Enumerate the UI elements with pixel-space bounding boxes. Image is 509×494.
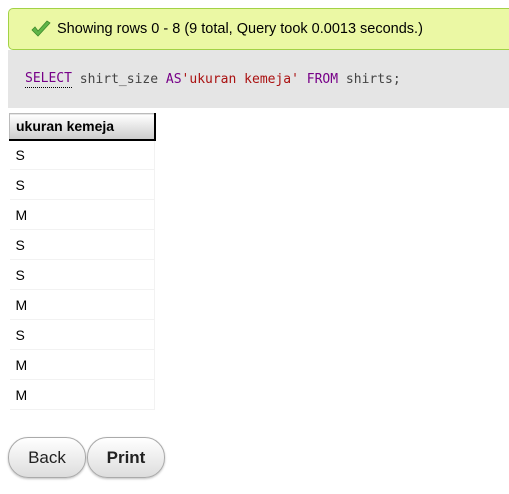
table-row: M bbox=[9, 199, 155, 230]
result-table: ukuran kemeja S S M S S M S M M bbox=[9, 113, 156, 410]
print-button[interactable]: Print bbox=[87, 437, 165, 478]
success-message: Showing rows 0 - 8 (9 total, Query took … bbox=[8, 8, 509, 50]
table-cell: S bbox=[9, 319, 155, 350]
table-row: S bbox=[9, 139, 155, 170]
sql-select-keyword[interactable]: SELECT bbox=[25, 71, 72, 88]
table-cell: S bbox=[9, 169, 155, 200]
check-icon bbox=[30, 20, 52, 38]
table-cell: M bbox=[9, 289, 155, 320]
table-row: M bbox=[9, 349, 155, 380]
table-row: M bbox=[9, 289, 155, 320]
success-message-text: Showing rows 0 - 8 (9 total, Query took … bbox=[57, 21, 423, 37]
table-cell: S bbox=[9, 259, 155, 290]
sql-column: shirt_size bbox=[71, 71, 166, 87]
table-row: M bbox=[9, 379, 155, 410]
table-row: S bbox=[9, 229, 155, 260]
table-cell: M bbox=[9, 349, 155, 380]
sql-alias: 'ukuran kemeja' bbox=[181, 71, 299, 87]
table-cell: S bbox=[9, 139, 155, 170]
sql-query-box: SELECT shirt_size AS'ukuran kemeja' FROM… bbox=[8, 50, 509, 108]
sql-space bbox=[299, 72, 307, 87]
back-button[interactable]: Back bbox=[8, 437, 86, 478]
column-header-ukuran-kemeja[interactable]: ukuran kemeja bbox=[9, 113, 156, 141]
sql-table: shirts; bbox=[338, 71, 401, 87]
table-cell: S bbox=[9, 229, 155, 260]
table-row: S bbox=[9, 259, 155, 290]
table-cell: M bbox=[9, 199, 155, 230]
table-row: S bbox=[9, 319, 155, 350]
table-row: S bbox=[9, 169, 155, 200]
sql-from-keyword: FROM bbox=[306, 71, 339, 87]
table-cell: M bbox=[9, 379, 155, 410]
sql-as-keyword: AS bbox=[165, 71, 182, 87]
